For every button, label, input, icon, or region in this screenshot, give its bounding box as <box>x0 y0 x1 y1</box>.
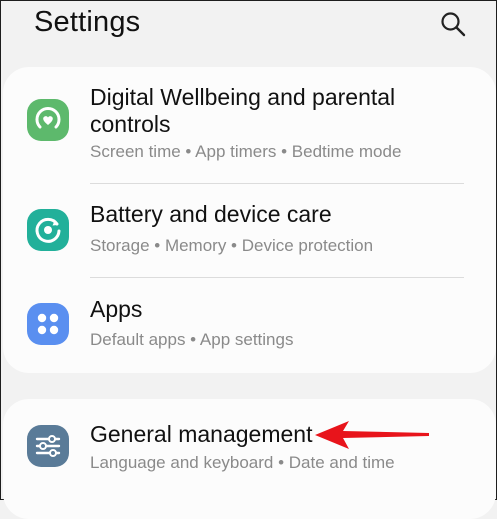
annotation-arrow-icon <box>315 421 429 449</box>
settings-group-card: Digital Wellbeing and parental controls … <box>3 67 496 373</box>
apps-icon <box>27 303 69 345</box>
settings-item-general-management[interactable]: General management Language and keyboard… <box>3 399 496 499</box>
search-button[interactable] <box>438 9 468 39</box>
settings-item-apps[interactable]: Apps Default apps • App settings <box>3 278 496 373</box>
settings-item-battery-device-care[interactable]: Battery and device care Storage • Memory… <box>3 184 496 278</box>
item-subtitle: Screen time • App timers • Bedtime mode <box>90 142 402 161</box>
settings-group-card: General management Language and keyboard… <box>3 399 496 519</box>
general-management-icon <box>27 425 69 467</box>
page-title: Settings <box>34 6 141 38</box>
digital-wellbeing-icon <box>27 99 69 141</box>
header: Settings <box>1 1 496 51</box>
search-icon <box>441 12 466 37</box>
item-subtitle: Storage • Memory • Device protection <box>90 236 374 255</box>
item-subtitle: Language and keyboard • Date and time <box>90 453 395 472</box>
item-title: Apps <box>90 296 143 322</box>
device-care-icon <box>27 209 69 251</box>
item-title: General management <box>90 421 313 447</box>
item-title: Battery and device care <box>90 201 332 227</box>
settings-item-digital-wellbeing[interactable]: Digital Wellbeing and parental controls … <box>3 67 496 184</box>
item-subtitle: Default apps • App settings <box>90 330 294 349</box>
item-title-continued: controls <box>90 111 171 137</box>
item-title: Digital Wellbeing and parental <box>90 84 396 110</box>
